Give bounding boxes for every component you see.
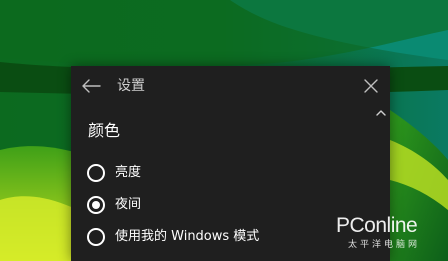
watermark-subtitle: 太平洋电脑网 — [348, 240, 421, 250]
radio-option-light[interactable]: 亮度 — [87, 162, 141, 184]
radio-option-label: 使用我的 Windows 模式 — [115, 229, 260, 244]
radio-option-label: 亮度 — [115, 165, 142, 180]
radio-button[interactable] — [87, 228, 105, 246]
title-bar: 设置 — [71, 66, 390, 106]
radio-option-label: 夜间 — [115, 197, 142, 212]
pconline-watermark: PConline 太平洋电脑网 — [336, 214, 444, 258]
radio-button[interactable] — [87, 164, 105, 182]
window-title: 设置 — [117, 78, 145, 94]
radio-option-dark[interactable]: 夜间 — [87, 194, 141, 216]
back-arrow-icon[interactable] — [81, 78, 101, 94]
close-icon[interactable] — [363, 78, 379, 94]
color-section-heading: 颜色 — [88, 121, 121, 140]
radio-option-use-windows-mode[interactable]: 使用我的 Windows 模式 — [87, 226, 259, 248]
radio-button-checked[interactable] — [87, 196, 105, 214]
scroll-up-arrow-icon[interactable] — [375, 108, 387, 118]
watermark-logo-text: PConline — [336, 214, 418, 237]
